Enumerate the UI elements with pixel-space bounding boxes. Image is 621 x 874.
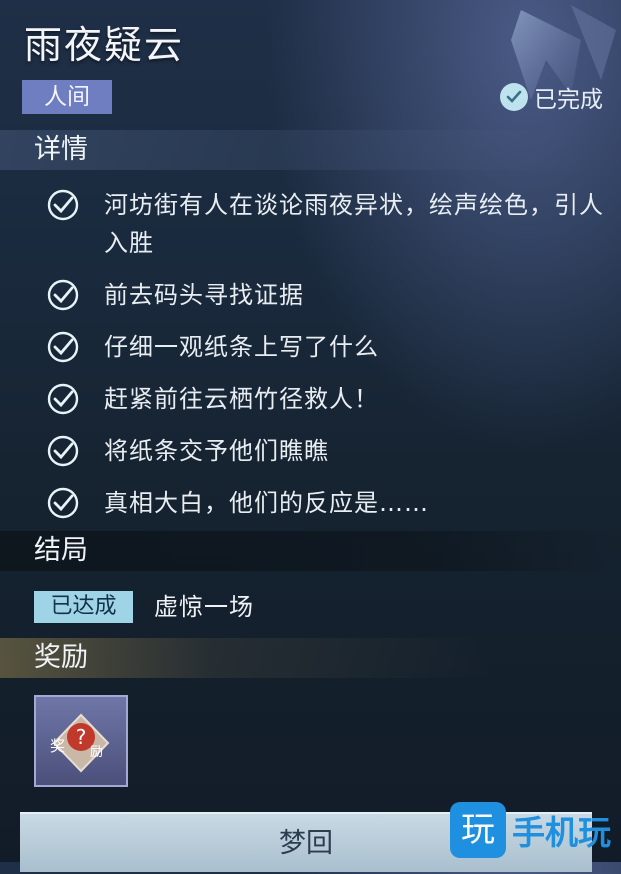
- region-tag: 人间: [22, 80, 112, 114]
- ending-section-header: 结局: [0, 531, 614, 571]
- svg-text:?: ?: [76, 725, 87, 749]
- task-item: 河坊街有人在谈论雨夜异状，绘声绘色，引人入胜: [46, 186, 606, 262]
- checkmark-circle-icon: [47, 487, 79, 519]
- task-item: 赶紧前往云栖竹径救人！: [46, 380, 606, 418]
- task-item: 真相大白，他们的反应是……: [46, 484, 606, 522]
- checkmark-circle-icon: [47, 435, 79, 467]
- detail-section-header: 详情: [0, 130, 594, 170]
- task-item: 仔细一观纸条上写了什么: [46, 328, 606, 366]
- task-text: 赶紧前往云栖竹径救人！: [104, 385, 379, 413]
- task-item: 将纸条交予他们瞧瞧: [46, 432, 606, 470]
- task-text: 仔细一观纸条上写了什么: [104, 333, 379, 361]
- quest-title: 雨夜疑云: [24, 23, 185, 67]
- task-text: 真相大白，他们的反应是……: [104, 489, 429, 517]
- checkmark-circle-icon: [47, 279, 79, 311]
- reward-item-label-2: 励: [90, 745, 104, 760]
- status-label: 已完成: [534, 87, 603, 113]
- watermark-text: 手机玩: [512, 813, 611, 852]
- checkmark-circle-icon: [47, 189, 79, 221]
- reward-section-header: 奖励: [0, 638, 614, 678]
- task-text: 前去码头寻找证据: [104, 281, 304, 309]
- reward-item-label: 奖: [50, 737, 66, 755]
- reward-item-slot[interactable]: ? 奖 励: [34, 695, 128, 787]
- task-item: 前去码头寻找证据: [46, 276, 606, 314]
- watermark-logo: 玩: [450, 802, 506, 858]
- ending-achieved-badge: 已达成: [34, 591, 133, 623]
- task-text: 河坊街有人在谈论雨夜异状，绘声绘色，引人入胜: [104, 191, 604, 257]
- completed-check-icon: [500, 83, 528, 111]
- ending-text: 虚惊一场: [154, 593, 254, 621]
- checkmark-circle-icon: [47, 383, 79, 415]
- site-watermark: 玩 手机玩: [450, 802, 611, 858]
- quest-status: 已完成: [500, 80, 603, 114]
- task-list: 河坊街有人在谈论雨夜异状，绘声绘色，引人入胜 前去码头寻找证据 仔细一观纸条上写…: [46, 186, 606, 536]
- checkmark-circle-icon: [47, 331, 79, 363]
- task-text: 将纸条交予他们瞧瞧: [104, 437, 329, 465]
